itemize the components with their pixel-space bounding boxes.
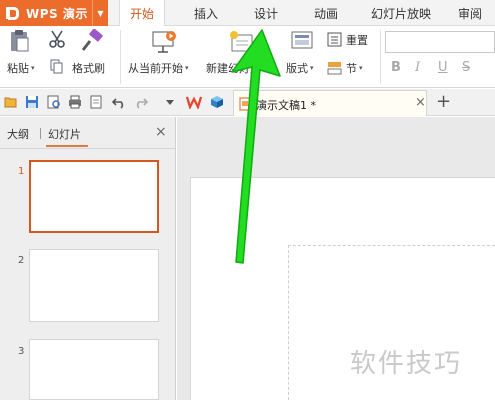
- slide-number: 1: [18, 166, 25, 177]
- chevron-down-icon: ▾: [310, 64, 314, 72]
- close-icon[interactable]: ×: [155, 124, 167, 140]
- dropdown-icon[interactable]: [163, 95, 177, 109]
- wps-menu-button[interactable]: WPS 演示 ▼: [0, 0, 108, 26]
- wps-brand-icon[interactable]: [186, 95, 202, 109]
- undo-icon[interactable]: [112, 95, 126, 109]
- tab-review[interactable]: 审阅: [452, 0, 488, 26]
- document-tab[interactable]: 演示文稿1 * ×: [233, 90, 427, 116]
- document-check-icon[interactable]: [89, 95, 103, 109]
- tab-divider: [40, 128, 41, 139]
- layout-button[interactable]: 版式 ▾: [286, 60, 314, 76]
- ribbon-separator: [380, 30, 381, 84]
- chevron-down-icon: ▾: [31, 64, 35, 72]
- reset-icon: [327, 32, 342, 47]
- slide-thumbnail-2[interactable]: [29, 249, 159, 322]
- tab-insert[interactable]: 插入: [186, 0, 226, 26]
- slide-number: 3: [18, 346, 25, 357]
- close-icon[interactable]: ×: [415, 95, 426, 110]
- paste-button[interactable]: 粘贴 ▾: [7, 60, 35, 76]
- format-painter-label: 格式刷: [72, 62, 105, 75]
- ribbon-toolbar: 粘贴 ▾ 格式刷 从当前开始 ▾ 新建幻灯片 ▾ 版式 ▾ 重置 节 ▾ B I…: [0, 26, 495, 88]
- section-icon: [327, 62, 342, 75]
- format-painter-icon[interactable]: [80, 29, 104, 53]
- open-folder-icon[interactable]: [4, 95, 18, 109]
- tab-outline[interactable]: 大纲: [7, 126, 29, 142]
- watermark-text: 软件技巧: [350, 349, 463, 379]
- slide-thumbnail-3[interactable]: [29, 339, 159, 400]
- chevron-down-icon: ▾: [359, 64, 363, 72]
- section-label: 节: [346, 62, 357, 75]
- font-name-input[interactable]: [385, 31, 495, 53]
- copy-icon[interactable]: [50, 59, 64, 75]
- underline-button[interactable]: U: [438, 60, 448, 75]
- bold-button[interactable]: B: [391, 60, 401, 75]
- new-slide-label: 新建幻灯片: [206, 62, 261, 75]
- layout-icon[interactable]: [291, 31, 313, 51]
- paste-label: 粘贴: [7, 62, 29, 75]
- chevron-down-icon: ▾: [263, 64, 267, 72]
- tab-home[interactable]: 开始: [119, 0, 165, 27]
- tab-animation[interactable]: 动画: [306, 0, 346, 26]
- reset-button[interactable]: 重置: [327, 32, 368, 48]
- cube-icon[interactable]: [210, 95, 224, 109]
- layout-label: 版式: [286, 62, 308, 75]
- save-icon[interactable]: [25, 95, 39, 109]
- slide-thumbnail-1[interactable]: [29, 160, 159, 233]
- section-button[interactable]: 节 ▾: [327, 60, 363, 76]
- from-current-button[interactable]: 从当前开始 ▾: [128, 60, 189, 76]
- reset-label: 重置: [346, 34, 368, 47]
- scissors-icon[interactable]: [48, 30, 66, 48]
- print-icon[interactable]: [68, 95, 82, 109]
- new-slide-icon[interactable]: [228, 29, 254, 55]
- tab-slides[interactable]: 幻灯片: [48, 126, 81, 142]
- active-tab-indicator: [46, 145, 88, 147]
- app-title: WPS 演示: [26, 6, 88, 21]
- ribbon-separator: [120, 30, 121, 84]
- document-tab-label: 演示文稿1 *: [256, 99, 316, 112]
- from-current-label: 从当前开始: [128, 62, 183, 75]
- new-slide-button[interactable]: 新建幻灯片 ▾: [206, 60, 267, 76]
- document-icon: [239, 97, 251, 111]
- chevron-down-icon: ▼: [92, 0, 108, 26]
- play-from-current-icon[interactable]: [151, 29, 177, 55]
- chevron-down-icon: ▾: [185, 64, 189, 72]
- ribbon-tab-bar: WPS 演示 ▼ 开始 插入 设计 动画 幻灯片放映 审阅: [0, 0, 495, 27]
- format-painter-button[interactable]: 格式刷: [72, 60, 105, 76]
- strikethrough-button[interactable]: S: [462, 60, 470, 75]
- italic-button[interactable]: I: [415, 60, 420, 75]
- tab-slideshow[interactable]: 幻灯片放映: [363, 0, 439, 26]
- slide-number: 2: [18, 255, 25, 266]
- redo-icon[interactable]: [134, 95, 148, 109]
- panel-divider: [0, 148, 176, 149]
- print-preview-icon[interactable]: [47, 95, 61, 109]
- new-tab-button[interactable]: +: [436, 91, 451, 112]
- wps-logo-icon: [4, 6, 22, 20]
- paste-icon[interactable]: [8, 29, 30, 53]
- tab-design[interactable]: 设计: [246, 0, 286, 26]
